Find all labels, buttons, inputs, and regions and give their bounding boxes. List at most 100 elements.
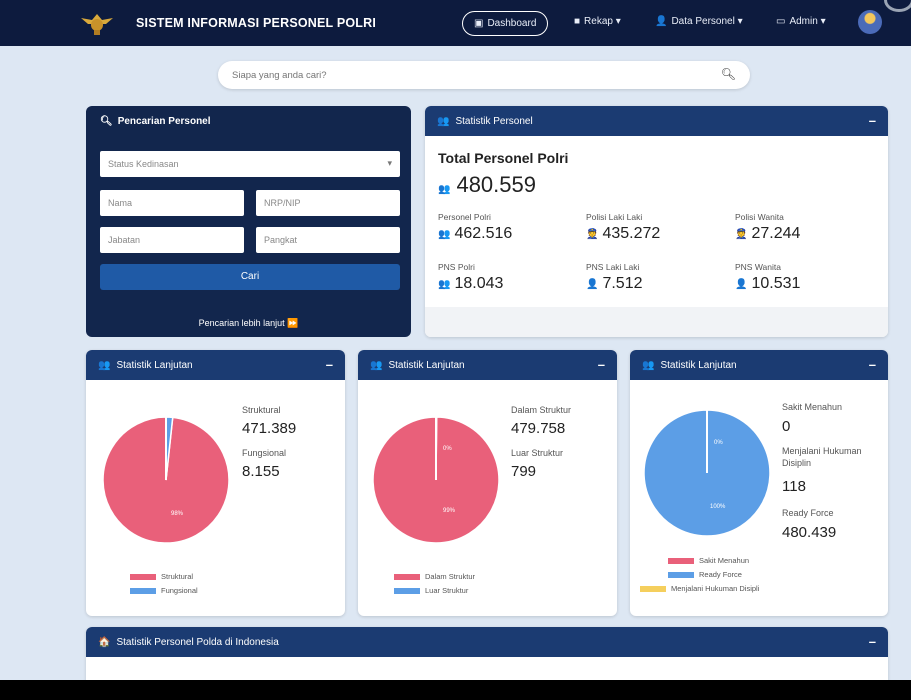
legend-label: Ready Force: [699, 570, 742, 579]
users-icon: 👥: [642, 359, 655, 371]
brand-title[interactable]: SISTEM INFORMASI PERSONEL POLRI: [136, 16, 376, 30]
stat-label: Personel Polri: [438, 212, 491, 222]
legend-item[interactable]: Ready Force: [668, 570, 742, 579]
nav-data-personel-label: Data Personel ▾: [671, 16, 743, 27]
legend-item[interactable]: Luar Struktur: [394, 586, 468, 595]
pangkat-input[interactable]: Pangkat: [256, 227, 400, 253]
legend-label: Struktural: [161, 572, 194, 581]
home-icon: 🏠: [98, 636, 111, 648]
legend-swatch: [640, 585, 666, 592]
stat-pns-laki: PNS Laki Laki 👤 7.512: [586, 262, 643, 293]
nrp-input[interactable]: NRP/NIP: [256, 190, 400, 216]
stat-value: 7.512: [602, 275, 643, 292]
legend-label: Fungsional: [161, 586, 198, 595]
group-icon: 👥: [438, 278, 451, 290]
group-icon: 👥: [438, 228, 451, 240]
legend-swatch: [130, 573, 156, 580]
cari-button[interactable]: Cari: [100, 264, 400, 290]
search-icon[interactable]: 🔍︎: [721, 67, 736, 81]
lanjutan2-value-0: 479.758: [511, 420, 566, 437]
user-avatar[interactable]: [858, 10, 882, 34]
pie-chart-1[interactable]: 98%: [101, 415, 231, 545]
lanjutan-header-1: 👥 Statistik Lanjutan –: [86, 350, 345, 380]
dashboard-icon: ▣: [474, 18, 484, 29]
black-bottom-bar: [0, 680, 911, 700]
nav-data-personel[interactable]: 👤 Data Personel ▾: [655, 16, 743, 27]
female-officer-icon: 👮: [735, 228, 748, 240]
monitor-icon: ▭: [776, 16, 786, 27]
total-personel-label: Total Personel Polri: [438, 150, 569, 166]
group-icon: 👥: [438, 184, 451, 195]
pie-slice-label: 0%: [714, 440, 723, 446]
stat-polisi-wanita: Polisi Wanita 👮 27.244: [735, 212, 800, 243]
legend-label: Dalam Struktur: [425, 572, 476, 581]
statistik-personel-title: Statistik Personel: [455, 115, 533, 127]
global-search-input[interactable]: [232, 66, 712, 84]
stat-pns-wanita: PNS Wanita 👤 10.531: [735, 262, 800, 293]
stat-value: 18.043: [454, 275, 504, 292]
collapse-button[interactable]: –: [869, 113, 876, 128]
lanjutan1-value-1: 8.155: [242, 463, 280, 480]
legend-item[interactable]: Sakit Menahun: [668, 556, 749, 565]
pie-slice-label: 0%: [443, 446, 452, 452]
pie-chart-2[interactable]: 99% 0%: [371, 415, 501, 545]
legend-item[interactable]: Fungsional: [130, 586, 198, 595]
nav-admin-label: Admin ▾: [789, 16, 826, 27]
lanjutan2-label-0: Dalam Struktur: [511, 405, 572, 415]
lanjutan1-label-1: Fungsional: [242, 448, 287, 458]
stat-value: 435.272: [602, 225, 661, 242]
collapse-button[interactable]: –: [869, 634, 876, 649]
officer-icon: 👮: [586, 228, 599, 240]
pencarian-title: 🔍︎ Pencarian Personel: [100, 116, 397, 127]
nav-admin[interactable]: ▭ Admin ▾: [776, 16, 826, 27]
pie-chart-3[interactable]: 100% 0%: [642, 408, 772, 538]
collapse-button[interactable]: –: [869, 357, 876, 372]
stat-value-row: 👮 27.244: [735, 225, 800, 243]
nav-dashboard[interactable]: ▣ Dashboard: [462, 11, 549, 36]
stat-value: 27.244: [751, 225, 801, 242]
collapse-button[interactable]: –: [598, 357, 605, 372]
users-icon: 👥: [437, 115, 450, 127]
app-screen: SISTEM INFORMASI PERSONEL POLRI ▣ Dashbo…: [0, 0, 911, 680]
legend-swatch: [394, 587, 420, 594]
lanjutan2-value-1: 799: [511, 463, 537, 480]
legend-item[interactable]: Dalam Struktur: [394, 572, 475, 581]
file-icon: ■: [574, 16, 581, 27]
users-icon: 👥: [98, 359, 111, 371]
legend-item[interactable]: Struktural: [130, 572, 193, 581]
top-navbar: SISTEM INFORMASI PERSONEL POLRI ▣ Dashbo…: [0, 0, 911, 46]
pie-center-label: 98%: [171, 511, 184, 517]
pie-center-label: 99%: [443, 508, 456, 514]
lanjutan3-value-2: 480.439: [782, 524, 837, 541]
lanjutan3-label-1: Menjalani Hukuman Disiplin: [782, 446, 862, 468]
user-tie-icon: 👤: [586, 278, 599, 290]
jabatan-input[interactable]: Jabatan: [100, 227, 244, 253]
collapse-button[interactable]: –: [326, 357, 333, 372]
stat-label: PNS Polri: [438, 262, 475, 272]
lanjutan-header-3: 👥 Statistik Lanjutan –: [630, 350, 888, 380]
pencarian-lanjut-link[interactable]: Pencarian lebih lanjut ⏩: [86, 318, 411, 329]
polda-card: 🏠 Statistik Personel Polda di Indonesia …: [86, 627, 888, 680]
nama-input[interactable]: Nama: [100, 190, 244, 216]
lanjutan1-label-0: Struktural: [242, 405, 281, 415]
lanjutan3-label-2: Ready Force: [782, 508, 834, 518]
lanjutan3-label-0: Sakit Menahun: [782, 402, 843, 412]
stat-label: PNS Laki Laki: [586, 262, 640, 272]
pencarian-panel: 🔍︎ Pencarian Personel: [86, 106, 411, 337]
lanjutan3-value-0: 0: [782, 418, 791, 435]
legend-swatch: [394, 573, 420, 580]
nav-rekap[interactable]: ■ Rekap ▾: [574, 16, 621, 27]
stat-value-row: 👥 462.516: [438, 225, 512, 243]
search-icon: 🔍︎: [100, 116, 113, 127]
status-kedinasan-select[interactable]: Status Kedinasan: [100, 151, 400, 177]
polri-logo-icon: [81, 14, 113, 35]
total-personel-value: 👥 480.559: [438, 172, 536, 198]
lanjutan1-value-0: 471.389: [242, 420, 297, 437]
corner-decoration: [884, 0, 911, 12]
legend-label: Sakit Menahun: [699, 556, 750, 565]
legend-item[interactable]: Menjalani Hukuman Disipli: [640, 584, 759, 593]
lanjutan2-label-1: Luar Struktur: [511, 448, 564, 458]
stat-label: Polisi Wanita: [735, 212, 784, 222]
pencarian-title-label: Pencarian Personel: [117, 116, 211, 127]
user-female-icon: 👤: [735, 278, 748, 290]
